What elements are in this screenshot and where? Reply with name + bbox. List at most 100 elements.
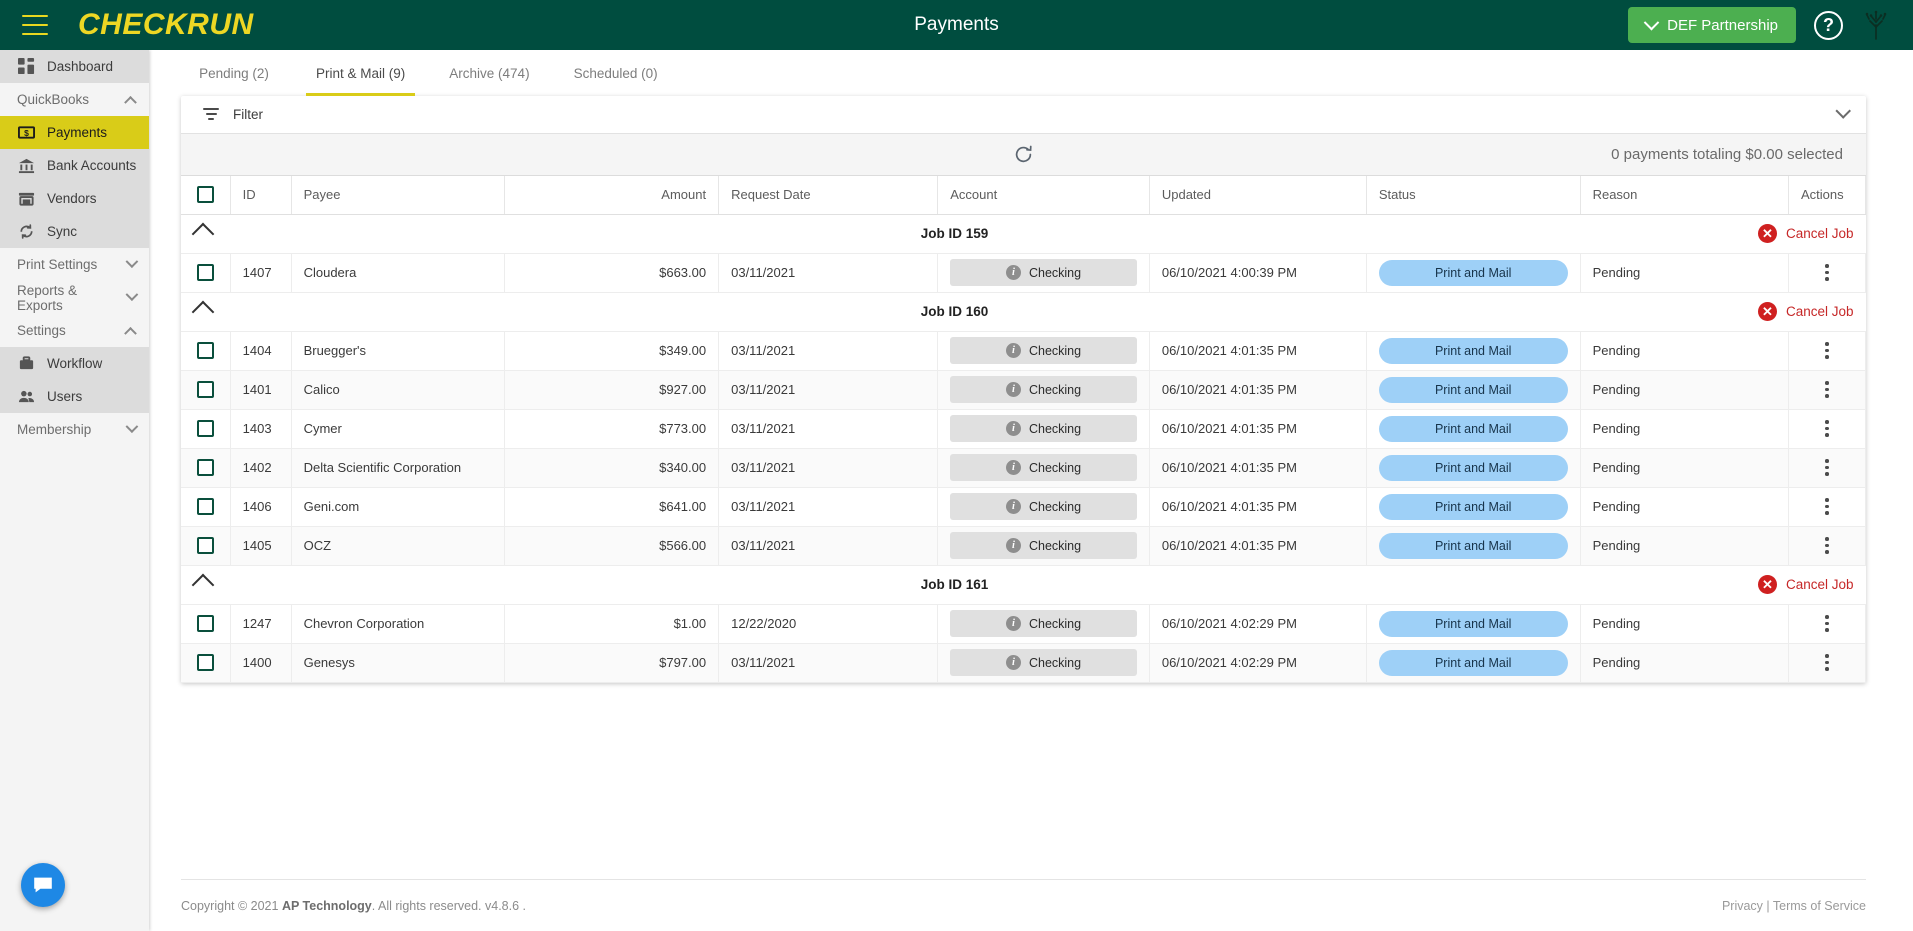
- help-icon[interactable]: ?: [1814, 10, 1843, 40]
- column-header-id[interactable]: ID: [230, 176, 292, 215]
- refresh-icon[interactable]: [1010, 141, 1038, 169]
- status-badge[interactable]: Print and Mail: [1378, 454, 1568, 481]
- sidebar-item-workflow[interactable]: Workflow: [0, 347, 149, 380]
- account-badge[interactable]: i Checking: [950, 376, 1137, 403]
- app-logo-text[interactable]: CHECKRUN: [78, 8, 254, 42]
- column-header-account[interactable]: Account: [937, 176, 1150, 215]
- account-badge[interactable]: i Checking: [950, 337, 1137, 364]
- top-bar-actions: DEF Partnership ?: [1628, 7, 1913, 43]
- account-badge[interactable]: i Checking: [950, 454, 1137, 481]
- sidebar-item-label: Bank Accounts: [47, 158, 137, 173]
- terms-of-service-link[interactable]: Terms of Service: [1773, 899, 1866, 913]
- row-checkbox[interactable]: [196, 615, 214, 632]
- table-row[interactable]: 1402 Delta Scientific Corporation $340.00 0…: [181, 448, 1866, 488]
- status-badge[interactable]: Print and Mail: [1378, 532, 1568, 559]
- footer-links: Privacy | Terms of Service: [1722, 899, 1866, 913]
- cancel-job-button[interactable]: ✕ Cancel Job: [1757, 575, 1854, 594]
- table-scroll-area[interactable]: ID Payee Amount Request Date Account Upd…: [181, 176, 1866, 683]
- account-badge[interactable]: i Checking: [950, 532, 1137, 559]
- cancel-job-button[interactable]: ✕ Cancel Job: [1757, 224, 1854, 243]
- table-row[interactable]: 1405 OCZ $566.00 03/11/2021 i Checking 06/10/2…: [181, 526, 1866, 566]
- status-badge[interactable]: Print and Mail: [1378, 376, 1568, 403]
- table-row[interactable]: 1403 Cymer $773.00 03/11/2021 i Checking 06/10…: [181, 409, 1866, 449]
- status-badge[interactable]: Print and Mail: [1378, 493, 1568, 520]
- table-row[interactable]: 1247 Chevron Corporation $1.00 12/22/2020 i C…: [181, 604, 1866, 644]
- account-badge[interactable]: i Checking: [950, 415, 1137, 442]
- chevron-down-icon: [125, 255, 139, 269]
- sidebar-item-users[interactable]: Users: [0, 380, 149, 413]
- account-badge[interactable]: i Checking: [950, 649, 1137, 676]
- row-checkbox[interactable]: [196, 537, 214, 554]
- table-row[interactable]: 1407 Cloudera $663.00 03/11/2021 i Checking 06…: [181, 253, 1866, 293]
- cell-id: 1247: [230, 604, 292, 644]
- status-badge[interactable]: Print and Mail: [1378, 610, 1568, 637]
- row-actions-menu-icon[interactable]: [1801, 498, 1853, 515]
- tab-archive[interactable]: Archive (474): [427, 50, 551, 96]
- row-actions-menu-icon[interactable]: [1801, 381, 1853, 398]
- row-checkbox[interactable]: [196, 342, 214, 359]
- status-badge[interactable]: Print and Mail: [1378, 649, 1568, 676]
- table-row[interactable]: 1406 Geni.com $641.00 03/11/2021 i Checking 06…: [181, 487, 1866, 527]
- row-checkbox[interactable]: [196, 264, 214, 281]
- account-badge[interactable]: i Checking: [950, 259, 1137, 286]
- table-row[interactable]: 1404 Bruegger's $349.00 03/11/2021 i Checking…: [181, 331, 1866, 371]
- row-checkbox[interactable]: [196, 381, 214, 398]
- column-header-payee[interactable]: Payee: [291, 176, 506, 215]
- column-header-updated[interactable]: Updated: [1149, 176, 1367, 215]
- job-group-row: Job ID 159 ✕ Cancel Job: [181, 214, 1866, 254]
- row-checkbox[interactable]: [196, 459, 214, 476]
- sidebar-group-quickbooks[interactable]: QuickBooks: [0, 83, 149, 116]
- row-checkbox[interactable]: [196, 498, 214, 515]
- cancel-job-label: Cancel Job: [1785, 304, 1854, 319]
- sidebar-item-vendors[interactable]: Vendors: [0, 182, 149, 215]
- status-badge[interactable]: Print and Mail: [1378, 415, 1568, 442]
- sidebar-item-bank-accounts[interactable]: Bank Accounts: [0, 149, 149, 182]
- sidebar-group-settings[interactable]: Settings: [0, 314, 149, 347]
- tab-scheduled[interactable]: Scheduled (0): [552, 50, 680, 96]
- row-select-cell: [181, 409, 231, 449]
- account-badge[interactable]: i Checking: [950, 493, 1137, 520]
- table-row[interactable]: 1401 Calico $927.00 03/11/2021 i Checking 06/1…: [181, 370, 1866, 410]
- sidebar-group-print-settings[interactable]: Print Settings: [0, 248, 149, 281]
- row-actions-menu-icon[interactable]: [1801, 654, 1853, 671]
- column-header-status[interactable]: Status: [1366, 176, 1581, 215]
- sidebar-group-membership[interactable]: Membership: [0, 413, 149, 446]
- row-actions-menu-icon[interactable]: [1801, 459, 1853, 476]
- cell-payee: OCZ: [291, 526, 506, 566]
- cell-request-date: 03/11/2021: [718, 253, 939, 293]
- cell-status: Print and Mail: [1366, 643, 1581, 683]
- table-row[interactable]: 1400 Genesys $797.00 03/11/2021 i Checking 06/…: [181, 643, 1866, 683]
- account-badge[interactable]: i Checking: [950, 610, 1137, 637]
- status-badge[interactable]: Print and Mail: [1378, 337, 1568, 364]
- row-select-cell: [181, 526, 231, 566]
- sidebar-item-payments[interactable]: $ Payments: [0, 116, 149, 149]
- table-body: Job ID 159 ✕ Cancel Job 1407 Cloudera $663.00…: [181, 214, 1866, 683]
- hamburger-icon[interactable]: [22, 15, 48, 35]
- cell-amount: $566.00: [504, 526, 720, 566]
- cell-payee: Calico: [291, 370, 506, 410]
- row-checkbox[interactable]: [196, 654, 214, 671]
- status-badge[interactable]: Print and Mail: [1378, 259, 1568, 286]
- tab-pending[interactable]: Pending (2): [174, 50, 294, 96]
- sidebar-item-label: Sync: [47, 224, 78, 239]
- organization-selector-button[interactable]: DEF Partnership: [1628, 7, 1796, 43]
- sidebar-item-dashboard[interactable]: Dashboard: [0, 50, 149, 83]
- row-actions-menu-icon[interactable]: [1801, 615, 1853, 632]
- row-actions-menu-icon[interactable]: [1801, 420, 1853, 437]
- row-actions-menu-icon[interactable]: [1801, 264, 1853, 281]
- column-header-request-date[interactable]: Request Date: [718, 176, 939, 215]
- privacy-link[interactable]: Privacy: [1722, 899, 1763, 913]
- row-checkbox[interactable]: [196, 420, 214, 437]
- row-actions-menu-icon[interactable]: [1801, 342, 1853, 359]
- cancel-job-button[interactable]: ✕ Cancel Job: [1757, 302, 1854, 321]
- column-header-reason[interactable]: Reason: [1580, 176, 1790, 215]
- chevron-down-icon[interactable]: [1835, 103, 1851, 119]
- tab-print-and-mail[interactable]: Print & Mail (9): [294, 50, 427, 96]
- select-all-checkbox[interactable]: [196, 186, 214, 204]
- row-actions-menu-icon[interactable]: [1801, 537, 1853, 554]
- chat-bubble-icon[interactable]: [21, 863, 65, 907]
- tree-icon[interactable]: [1861, 10, 1891, 40]
- column-header-amount[interactable]: Amount: [504, 176, 720, 215]
- sidebar-group-reports-exports[interactable]: Reports & Exports: [0, 281, 149, 314]
- sidebar-item-sync[interactable]: Sync: [0, 215, 149, 248]
